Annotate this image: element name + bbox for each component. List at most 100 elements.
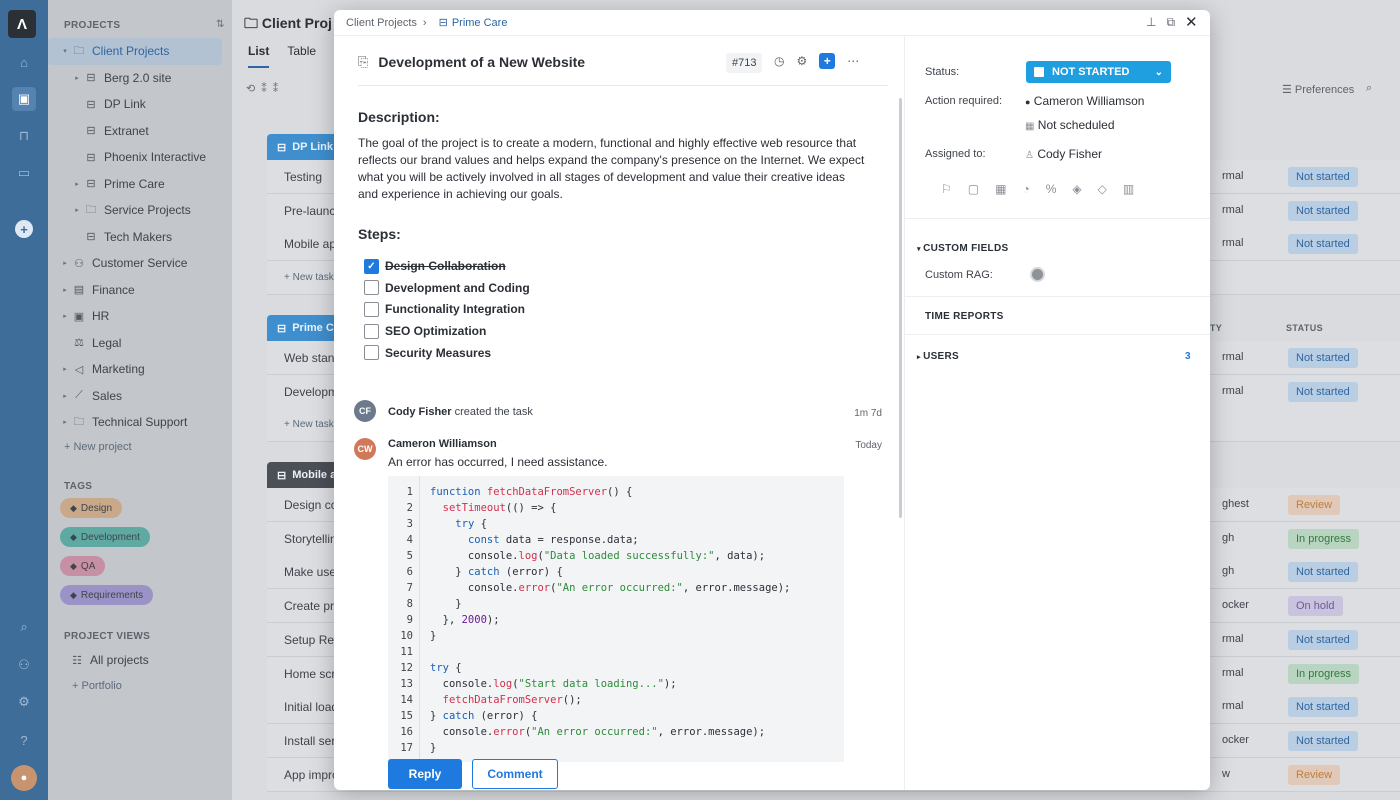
caret-icon[interactable]: ▸ bbox=[60, 418, 70, 426]
tab-table[interactable]: Table bbox=[287, 44, 316, 68]
task-name[interactable]: Developm bbox=[284, 385, 334, 399]
time-reports-section[interactable]: TIME REPORTS bbox=[925, 311, 1004, 322]
sidebar-item[interactable]: ▸ 🗀 Service Projects bbox=[48, 197, 232, 224]
checkbox[interactable] bbox=[364, 345, 379, 361]
projects-icon[interactable]: ▣ bbox=[12, 87, 36, 111]
status-badge[interactable]: Not started bbox=[1288, 697, 1358, 718]
all-projects-link[interactable]: ☷ All projects bbox=[68, 647, 149, 674]
priority-value[interactable]: rmal bbox=[1222, 170, 1262, 182]
list-toolbar[interactable]: ⟲⁑⁑ bbox=[246, 82, 284, 95]
templates-icon[interactable]: ⊓ bbox=[12, 124, 36, 148]
sidebar-item[interactable]: ⊟ Extranet bbox=[48, 118, 232, 145]
rag-indicator[interactable] bbox=[1030, 267, 1045, 282]
task-name[interactable]: Make use bbox=[284, 565, 334, 579]
checkbox[interactable] bbox=[364, 301, 379, 317]
home-icon[interactable]: ⌂ bbox=[12, 50, 36, 74]
task-id-badge[interactable]: #713 bbox=[726, 53, 763, 73]
task-name[interactable]: Install ser bbox=[284, 734, 334, 748]
user-avatar[interactable]: ● bbox=[11, 765, 37, 791]
list-search-icon[interactable]: ⌕ bbox=[1366, 82, 1372, 95]
task-name[interactable]: Storytellin bbox=[284, 532, 334, 546]
status-badge[interactable]: Not started bbox=[1288, 200, 1358, 221]
settings-icon[interactable]: ⚙ bbox=[796, 54, 807, 68]
priority-value[interactable]: ghest bbox=[1222, 498, 1262, 510]
tag-chip[interactable]: ◆ Requirements bbox=[60, 585, 154, 605]
sidebar-item[interactable]: ⊟ Tech Makers bbox=[48, 224, 232, 251]
avatar[interactable]: CF bbox=[354, 400, 376, 422]
task-name[interactable]: Create pro bbox=[284, 599, 334, 613]
priority-value[interactable]: ocker bbox=[1222, 734, 1262, 746]
sidebar-item[interactable]: ▸ ◁ Marketing bbox=[48, 356, 232, 383]
task-name[interactable]: App impro bbox=[284, 768, 334, 782]
preferences-button[interactable]: ☰ Preferences bbox=[1282, 83, 1354, 96]
priority-value[interactable]: rmal bbox=[1222, 204, 1262, 216]
action-required-value[interactable]: ● Cameron Williamson bbox=[1025, 94, 1144, 108]
tag-icon[interactable]: ◇ bbox=[1098, 182, 1107, 196]
users-icon[interactable]: ⚇ bbox=[12, 653, 36, 677]
help-icon[interactable]: ? bbox=[12, 728, 36, 752]
caret-icon[interactable]: ▸ bbox=[60, 312, 70, 320]
status-badge[interactable]: On hold bbox=[1288, 596, 1343, 617]
flag-icon[interactable]: ⚐ bbox=[941, 182, 952, 196]
task-name[interactable]: Mobile app bbox=[284, 237, 334, 251]
checkbox[interactable]: ✓ bbox=[364, 258, 379, 274]
add-subtask-button[interactable]: + bbox=[819, 53, 836, 69]
task-name[interactable]: Web stand bbox=[284, 351, 334, 365]
checkbox[interactable] bbox=[364, 323, 379, 339]
add-icon[interactable]: + bbox=[15, 220, 33, 238]
sidebar-item[interactable]: ⊟ DP Link bbox=[48, 91, 232, 118]
task-name[interactable]: Design co bbox=[284, 498, 334, 512]
avatar[interactable]: CW bbox=[354, 438, 376, 460]
group-header[interactable]: ⊟ DP Link bbox=[267, 134, 339, 160]
sidebar-item[interactable]: ▸ ⊟ Prime Care bbox=[48, 171, 232, 198]
open-window-icon[interactable]: ⧉ bbox=[1166, 15, 1175, 31]
comment-button[interactable]: Comment bbox=[472, 759, 558, 789]
pin-icon[interactable]: ⊥ bbox=[1146, 15, 1156, 31]
custom-fields-section[interactable]: ▾ CUSTOM FIELDS bbox=[917, 243, 1008, 254]
caret-icon[interactable]: ▸ bbox=[72, 180, 82, 188]
priority-value[interactable]: rmal bbox=[1222, 385, 1262, 397]
status-badge[interactable]: Not started bbox=[1288, 348, 1358, 368]
new-task-link[interactable]: + New task bbox=[284, 272, 334, 283]
building-icon[interactable]: ▥ bbox=[1123, 182, 1134, 196]
users-section[interactable]: ▸ USERS bbox=[917, 351, 959, 362]
sidebar-item[interactable]: ▸ ⊟ Berg 2.0 site bbox=[48, 65, 232, 92]
tag-chip[interactable]: ◆ QA bbox=[60, 556, 106, 576]
caret-icon[interactable]: ▸ bbox=[60, 392, 70, 400]
sidebar-item[interactable]: ⊟ Phoenix Interactive bbox=[48, 144, 232, 171]
chat-icon[interactable]: ▭ bbox=[12, 161, 36, 185]
effort-icon[interactable]: ◔ bbox=[1022, 182, 1029, 196]
sidebar-item[interactable]: ▸ ▣ HR bbox=[48, 303, 232, 330]
search-icon[interactable]: ⌕ bbox=[12, 615, 36, 639]
status-badge[interactable]: Review bbox=[1288, 764, 1341, 785]
app-logo[interactable]: Ʌ bbox=[8, 10, 36, 38]
priority-value[interactable]: rmal bbox=[1222, 237, 1262, 249]
caret-icon[interactable]: ▸ bbox=[60, 286, 70, 294]
status-badge[interactable]: Review bbox=[1288, 495, 1341, 515]
portfolio-link[interactable]: + Portfolio bbox=[72, 673, 122, 700]
group-header[interactable]: ⊟ Mobile a bbox=[267, 462, 339, 488]
sidebar-item[interactable]: ▸ ▤ Finance bbox=[48, 277, 232, 304]
caret-icon[interactable]: ▾ bbox=[60, 47, 70, 55]
status-badge[interactable]: Not started bbox=[1288, 730, 1358, 751]
dialog-scrollbar[interactable] bbox=[899, 98, 902, 518]
priority-value[interactable]: gh bbox=[1222, 532, 1262, 544]
schedule-value[interactable]: ▦ Not scheduled bbox=[1025, 118, 1115, 132]
breadcrumb-project[interactable]: Prime Care bbox=[452, 17, 508, 29]
status-badge[interactable]: Not started bbox=[1288, 562, 1358, 583]
clock-icon[interactable]: ◷ bbox=[774, 54, 784, 68]
new-project-link[interactable]: + New project bbox=[64, 434, 132, 461]
comment-author[interactable]: Cameron Williamson bbox=[388, 438, 497, 450]
task-title[interactable]: Development of a New Website bbox=[378, 54, 585, 70]
sidebar-item[interactable]: ⚖ Legal bbox=[48, 330, 232, 357]
status-dropdown[interactable]: NOT STARTED ⌄ bbox=[1026, 61, 1171, 83]
checkbox[interactable] bbox=[364, 280, 379, 296]
settings-icon[interactable]: ⚙ bbox=[12, 690, 36, 714]
status-badge[interactable]: In progress bbox=[1288, 663, 1360, 684]
priority-value[interactable]: rmal bbox=[1222, 351, 1262, 363]
more-icon[interactable]: ⋯ bbox=[847, 54, 859, 68]
task-name[interactable]: Setup Rea bbox=[284, 633, 334, 647]
status-badge[interactable]: Not started bbox=[1288, 381, 1358, 402]
priority-value[interactable]: rmal bbox=[1222, 700, 1262, 712]
sidebar-item[interactable]: ▸ ⚇ Customer Service bbox=[48, 250, 232, 277]
